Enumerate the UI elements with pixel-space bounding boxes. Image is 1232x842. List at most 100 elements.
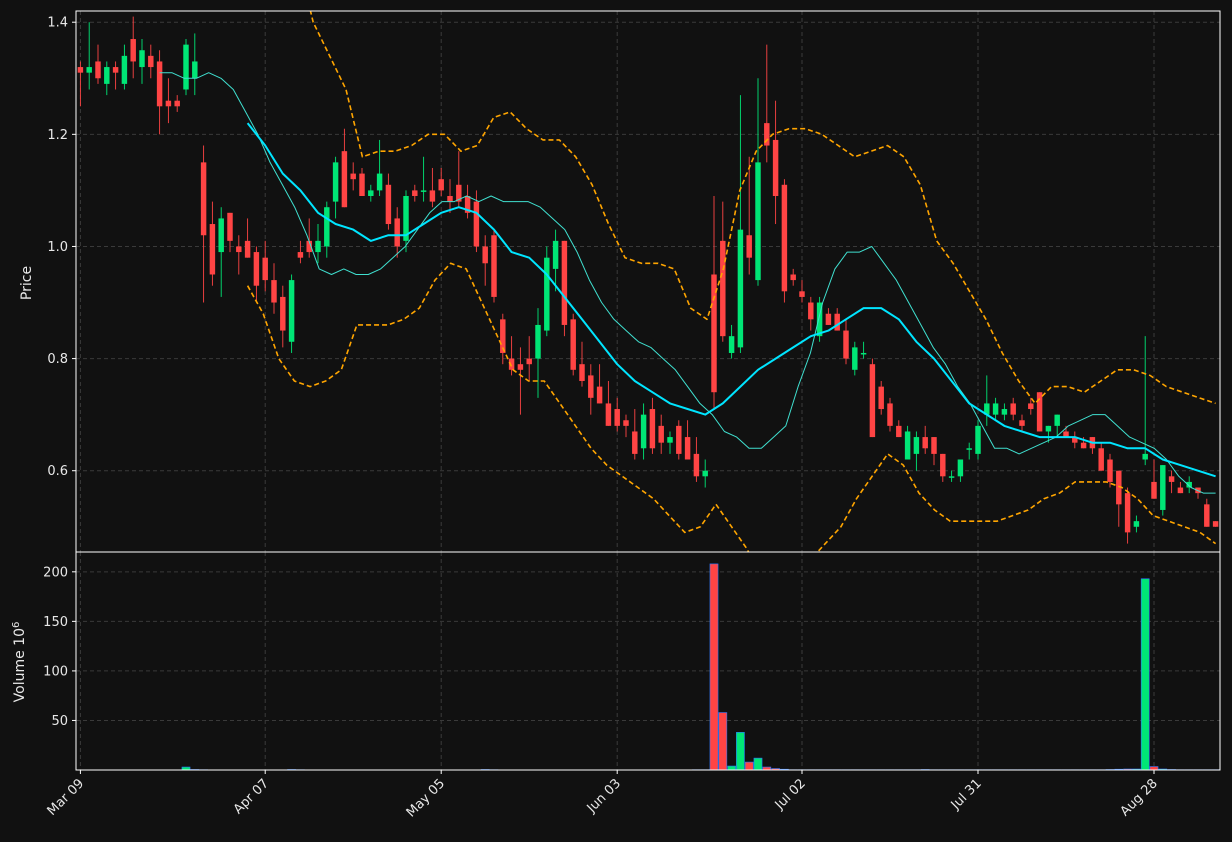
candle-body (95, 61, 101, 79)
candle-body (596, 386, 603, 404)
candle-body (544, 257, 550, 331)
candle-body (887, 403, 893, 426)
candle-body (1177, 487, 1184, 494)
candle-body (517, 364, 524, 370)
candle-body (808, 302, 814, 320)
candle-body (86, 67, 92, 73)
candle-body (350, 173, 356, 180)
candle-body (1160, 465, 1166, 510)
candle-body (341, 151, 348, 208)
candle-body (781, 184, 788, 292)
price-tick-label: 0.6 (47, 464, 68, 479)
candle-body (904, 431, 911, 460)
candle-body (746, 235, 752, 258)
candle-body (640, 414, 647, 449)
candle-body (737, 229, 744, 348)
candle-body (966, 448, 972, 450)
candle-body (1151, 481, 1157, 499)
candle-body (834, 313, 840, 331)
candle-body (315, 240, 321, 253)
volume-tick-label: 200 (43, 565, 68, 580)
volume-tick-label: 100 (43, 664, 68, 679)
candle-body (658, 425, 664, 443)
candle-body (491, 235, 497, 297)
price-tick-label: 1.4 (47, 16, 68, 31)
price-tick-label: 1.0 (47, 240, 68, 255)
candle-body (1124, 493, 1131, 533)
candle-body (324, 207, 330, 247)
candle-body (957, 459, 964, 477)
volume-bar (727, 765, 736, 770)
candle-body (878, 386, 884, 410)
candle-body (236, 246, 242, 253)
candle-body (728, 336, 735, 353)
candle-body (1212, 521, 1219, 527)
candle-body (376, 173, 383, 191)
candle-body (332, 162, 339, 202)
candle-body (975, 425, 981, 454)
candle-body (200, 162, 207, 236)
candle-body (931, 437, 937, 454)
volume-bar (753, 757, 763, 770)
volume-bar (718, 712, 728, 770)
candle-body (992, 403, 999, 415)
candle-body (227, 212, 233, 241)
candle-body (148, 55, 154, 68)
candle-body (297, 252, 304, 258)
candle-body (561, 240, 568, 325)
candle-body (104, 67, 110, 84)
candle-body (192, 61, 198, 79)
volume-bar (709, 563, 719, 770)
candle-body (271, 280, 277, 303)
candle-body (130, 39, 136, 62)
volume-bar (736, 732, 745, 770)
candle-body (359, 173, 365, 197)
candle-body (473, 201, 480, 247)
candle-body (852, 347, 858, 370)
candle-body (438, 179, 444, 191)
candle-body (632, 431, 638, 454)
candle-body (896, 425, 902, 438)
candle-body (940, 453, 946, 477)
candle-body (420, 190, 427, 192)
candle-body (579, 364, 585, 382)
candle-body (825, 313, 832, 325)
volume-bar (1140, 578, 1150, 770)
price-tick-label: 0.8 (47, 352, 68, 367)
candle-body (1028, 403, 1034, 410)
candle-body (174, 100, 180, 107)
candle-body (1045, 425, 1052, 432)
candle-body (922, 437, 928, 449)
candle-body (614, 409, 620, 426)
candle-body (482, 246, 488, 264)
candle-body (649, 409, 656, 449)
candle-body (429, 190, 436, 202)
candle-body (1107, 459, 1113, 482)
volume-tick-label: 150 (43, 615, 68, 630)
candle-body (368, 190, 374, 197)
candle-body (1133, 521, 1140, 527)
candle-body (693, 453, 700, 477)
volume-axis-title-text: Volume 10 (12, 628, 28, 702)
candle-body (244, 240, 251, 258)
candle-body (684, 437, 691, 460)
candle-body (605, 403, 612, 426)
candle-body (253, 252, 260, 286)
candle-body (447, 196, 453, 202)
candle-body (280, 296, 286, 331)
candle-body (799, 291, 805, 297)
candle-body (1019, 420, 1025, 426)
candle-body (262, 257, 268, 281)
candle-body (288, 280, 295, 342)
candle-body (755, 162, 761, 281)
candle-body (860, 352, 867, 355)
candle-body (948, 476, 955, 478)
candle-body (209, 224, 216, 275)
candle-body (121, 55, 128, 84)
candle-body (588, 375, 594, 398)
candle-body (1080, 442, 1087, 449)
candle-body (772, 139, 779, 197)
candle-body (843, 330, 849, 359)
candle-body (77, 67, 84, 73)
price-tick-label: 1.2 (47, 128, 68, 143)
